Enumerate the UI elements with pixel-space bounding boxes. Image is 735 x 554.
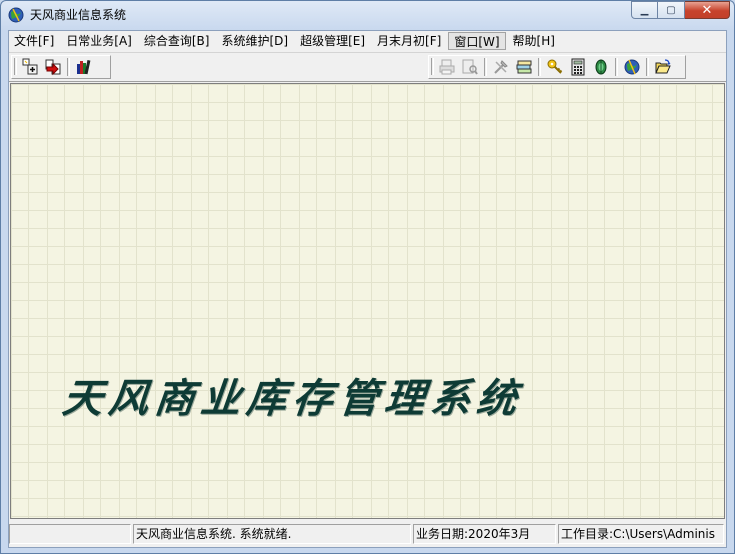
- status-work-dir: 工作目录:C:\Users\Adminis: [558, 524, 724, 544]
- toolbar-separator: [484, 58, 487, 76]
- menu-month-end[interactable]: 月末月初[F]: [372, 32, 446, 50]
- globe-icon: [624, 59, 640, 75]
- toolbar-group-right: [428, 55, 686, 79]
- status-message: 天风商业信息系统. 系统就绪.: [133, 524, 411, 544]
- books-icon: [77, 59, 91, 75]
- toolbar-separator: [646, 58, 649, 76]
- globe-button[interactable]: [622, 57, 642, 77]
- mdi-client-area: 天风商业库存管理系统: [10, 83, 725, 519]
- card-button[interactable]: [514, 57, 534, 77]
- toolbar-separator: [615, 58, 618, 76]
- print-preview-icon: [462, 59, 478, 75]
- menu-bar: 文件[F] 日常业务[A] 综合查询[B] 系统维护[D] 超级管理[E] 月末…: [9, 31, 726, 51]
- title-bar[interactable]: 天风商业信息系统 ▁ ▢ ✕: [1, 1, 734, 29]
- toolbar-separator: [67, 58, 70, 76]
- open-folder-button[interactable]: [653, 57, 673, 77]
- mdi-frame: 文件[F] 日常业务[A] 综合查询[B] 系统维护[D] 超级管理[E] 月末…: [8, 30, 727, 548]
- open-folder-icon: [655, 59, 671, 74]
- calculator-button[interactable]: [568, 57, 588, 77]
- key-button[interactable]: [545, 57, 565, 77]
- close-icon: ✕: [701, 2, 713, 18]
- minimize-icon: ▁: [640, 4, 649, 16]
- key-icon: [547, 59, 563, 74]
- add-record-icon: [22, 58, 38, 75]
- globe-icon: [8, 7, 24, 23]
- menu-maintenance[interactable]: 系统维护[D]: [216, 32, 293, 50]
- open-red-icon: [45, 59, 61, 76]
- green-gem-icon: [595, 59, 607, 75]
- toolbar-group-left: [11, 55, 111, 79]
- splash-title: 天风商业库存管理系统: [60, 375, 526, 422]
- print-button[interactable]: [437, 57, 457, 77]
- gem-button[interactable]: [591, 57, 611, 77]
- maximize-icon: ▢: [666, 4, 676, 16]
- menu-help[interactable]: 帮助[H]: [508, 32, 560, 50]
- card-icon: [516, 60, 532, 74]
- window-title: 天风商业信息系统: [30, 8, 127, 22]
- tools-icon: [494, 60, 508, 74]
- menu-daily-business[interactable]: 日常业务[A]: [61, 32, 137, 50]
- window-controls: ▁ ▢ ✕: [631, 1, 730, 21]
- calculator-icon: [571, 58, 585, 76]
- add-record-button[interactable]: [20, 57, 40, 77]
- status-panel-empty: [9, 524, 131, 544]
- menu-super-admin[interactable]: 超级管理[E]: [295, 32, 370, 50]
- toolbar-separator: [538, 58, 541, 76]
- menu-query[interactable]: 综合查询[B]: [139, 32, 215, 50]
- books-button[interactable]: [74, 57, 94, 77]
- open-record-button[interactable]: [43, 57, 63, 77]
- main-window: 天风商业信息系统 ▁ ▢ ✕ 文件[F] 日常业务[A] 综合查询[B] 系统维…: [0, 0, 735, 554]
- maximize-button[interactable]: ▢: [658, 1, 685, 19]
- menu-file[interactable]: 文件[F]: [9, 32, 59, 50]
- close-button[interactable]: ✕: [685, 1, 730, 19]
- status-bar: 天风商业信息系统. 系统就绪. 业务日期:2020年3月 工作目录:C:\Use…: [9, 524, 726, 546]
- print-icon: [439, 59, 455, 75]
- tools-button[interactable]: [491, 57, 511, 77]
- status-business-date: 业务日期:2020年3月: [413, 524, 556, 544]
- menu-window[interactable]: 窗口[W]: [448, 32, 506, 50]
- toolbar: [9, 52, 726, 82]
- print-preview-button[interactable]: [460, 57, 480, 77]
- minimize-button[interactable]: ▁: [631, 1, 658, 19]
